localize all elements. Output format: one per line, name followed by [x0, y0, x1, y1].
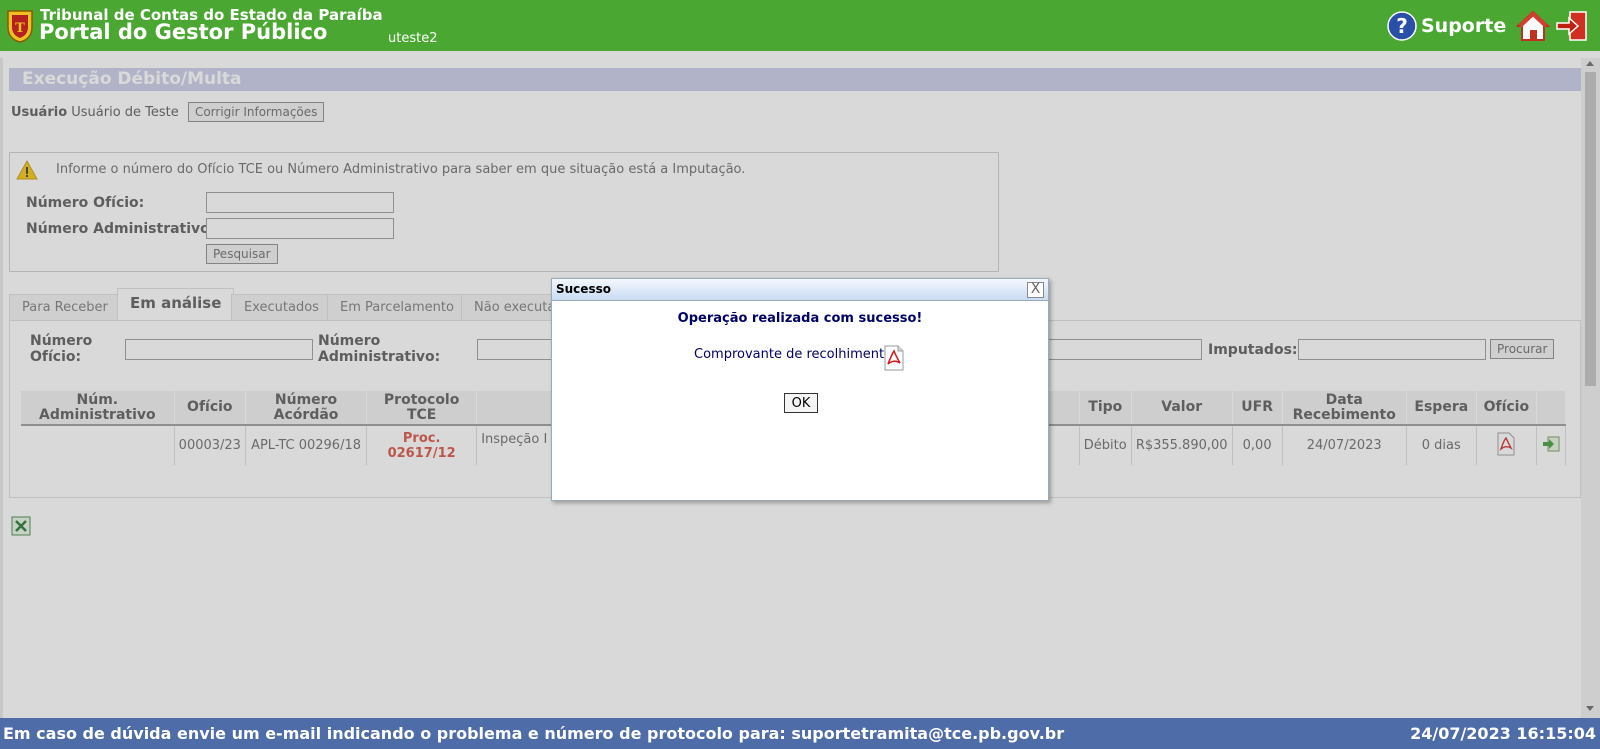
exit-icon[interactable] — [1555, 9, 1589, 43]
ok-button[interactable]: OK — [784, 393, 818, 413]
close-icon[interactable]: X — [1027, 282, 1044, 298]
footer-support-message: Em caso de dúvida envie um e-mail indica… — [3, 724, 1065, 743]
portal-name: Portal do Gestor Público — [39, 20, 328, 44]
help-icon[interactable]: ? — [1387, 11, 1417, 41]
dialog-title: Sucesso — [552, 279, 1048, 301]
success-message: Operação realizada com sucesso! — [677, 311, 923, 326]
emblem-icon: T — [7, 10, 33, 43]
footer-bar: Em caso de dúvida envie um e-mail indica… — [0, 718, 1600, 749]
logged-username: uteste2 — [388, 31, 438, 46]
top-header: T Tribunal de Contas do Estado da Paraíb… — [0, 0, 1600, 51]
success-dialog: Sucesso X Operação realizada com sucesso… — [551, 278, 1049, 501]
receipt-pdf-icon[interactable] — [883, 345, 905, 371]
footer-datetime: 24/07/2023 16:15:04 — [1410, 724, 1596, 743]
svg-text:T: T — [15, 21, 25, 36]
home-icon[interactable] — [1516, 9, 1550, 43]
receipt-label: Comprovante de recolhimento — [694, 347, 893, 362]
support-link[interactable]: Suporte — [1421, 15, 1506, 37]
svg-text:?: ? — [1396, 14, 1408, 38]
